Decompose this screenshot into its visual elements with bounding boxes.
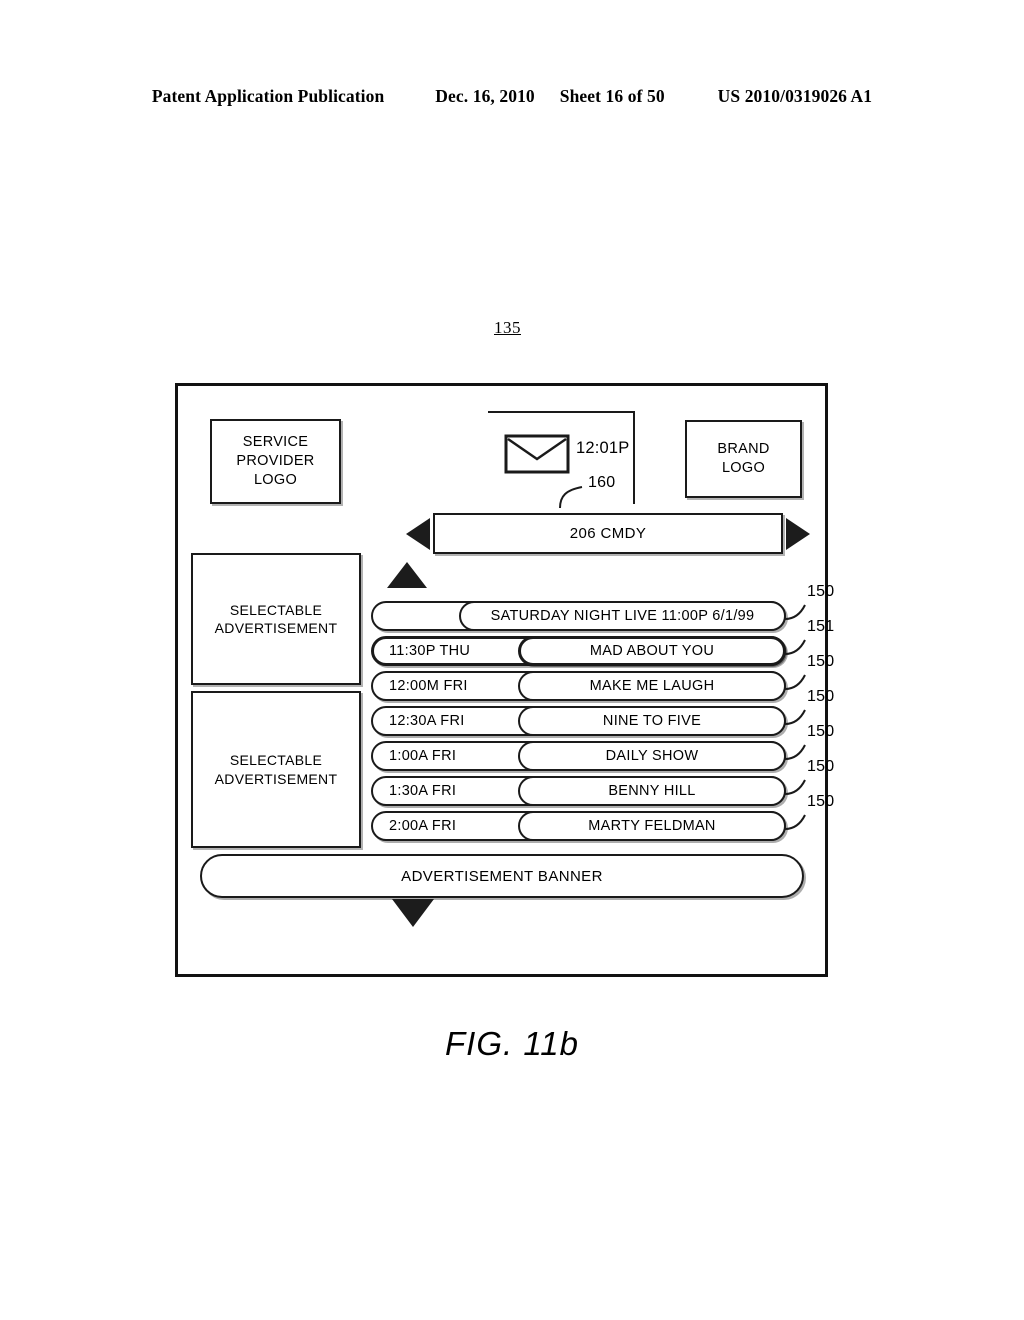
brand-logo-line2: LOGO	[721, 460, 766, 476]
program-title-pill[interactable]: BENNY HILL	[518, 776, 786, 806]
selectable-advertisement-1-line1: SELECTABLE	[229, 601, 323, 618]
program-time: 1:00A FRI	[389, 748, 457, 764]
program-time: 12:30A FRI	[389, 713, 465, 729]
envelope-icon[interactable]	[504, 434, 570, 474]
program-title-pill[interactable]: MAKE ME LAUGH	[518, 671, 786, 701]
program-time: 1:30A FRI	[389, 783, 457, 799]
triangle-up-icon[interactable]	[387, 562, 427, 588]
program-time: 2:00A FRI	[389, 818, 457, 834]
channel-label: 206 CMDY	[569, 525, 647, 542]
header-sheet: Sheet 16 of 50	[559, 86, 665, 106]
brand-logo-line1: BRAND	[717, 440, 770, 457]
triangle-right-icon[interactable]	[786, 518, 810, 550]
program-title-pill[interactable]: MARTY FELDMAN	[518, 811, 786, 841]
program-title: SATURDAY NIGHT LIVE 11:00P 6/1/99	[490, 608, 755, 624]
clock-time: 12:01P	[576, 439, 630, 457]
program-listing-row[interactable]: 11:30P THU MAD ABOUT YOU	[371, 636, 791, 666]
program-title: NINE TO FIVE	[602, 713, 702, 729]
header-date: Dec. 16, 2010	[435, 86, 535, 106]
program-title: BENNY HILL	[608, 783, 696, 799]
program-listings: SATURDAY NIGHT LIVE 11:00P 6/1/99 11:30P …	[371, 601, 791, 846]
patent-page-header: Patent Application Publication Dec. 16, …	[0, 86, 1024, 107]
selectable-advertisement-1[interactable]: SELECTABLE ADVERTISEMENT	[191, 553, 361, 685]
selectable-advertisement-1-line2: ADVERTISEMENT	[214, 620, 338, 636]
channel-selector-row: 206 CMDY	[406, 513, 810, 556]
callout-label: 150	[807, 793, 835, 810]
triangle-down-icon[interactable]	[392, 899, 434, 927]
brand-logo: BRAND LOGO	[685, 420, 802, 498]
figure-caption: FIG. 11b	[445, 1025, 579, 1062]
program-title-pill[interactable]: DAILY SHOW	[518, 741, 786, 771]
program-title: MAKE ME LAUGH	[589, 678, 715, 694]
channel-bar[interactable]: 206 CMDY	[433, 513, 783, 554]
callout-label: 150	[807, 758, 835, 775]
callout-160-label: 160	[588, 474, 616, 491]
advertisement-banner[interactable]: ADVERTISEMENT BANNER	[200, 854, 804, 898]
figure-reference-numeral: 135	[494, 318, 521, 337]
channel-callout-160: 160	[556, 474, 636, 510]
service-provider-logo-line1: SERVICE	[242, 433, 309, 450]
header-publication: Patent Application Publication	[151, 86, 385, 106]
selectable-advertisement-2[interactable]: SELECTABLE ADVERTISEMENT	[191, 691, 361, 848]
callout-leader	[784, 814, 806, 830]
callout-label: 150	[807, 583, 835, 600]
callout-leader	[784, 744, 806, 760]
program-listing-row[interactable]: SATURDAY NIGHT LIVE 11:00P 6/1/99	[371, 601, 791, 631]
selectable-advertisement-2-line2: ADVERTISEMENT	[214, 770, 338, 787]
program-title-pill[interactable]: NINE TO FIVE	[518, 706, 786, 736]
program-listing-row[interactable]: 12:00M FRI MAKE ME LAUGH	[371, 671, 791, 701]
program-title-pill[interactable]: MAD ABOUT YOU	[518, 636, 786, 666]
callout-label: 151	[807, 618, 835, 635]
program-time: 11:30P THU	[389, 643, 471, 659]
program-title: DAILY SHOW	[605, 748, 699, 764]
clock-group-top-rule	[488, 411, 635, 413]
program-listing-row[interactable]: 12:30A FRI NINE TO FIVE	[371, 706, 791, 736]
program-title: MAD ABOUT YOU	[589, 643, 715, 659]
service-provider-logo-line3: LOGO	[253, 472, 298, 489]
callout-leader	[784, 709, 806, 725]
service-provider-logo: SERVICE PROVIDER LOGO	[210, 419, 341, 504]
callout-leader	[784, 604, 806, 620]
callout-label: 150	[807, 688, 835, 705]
advertisement-banner-label: ADVERTISEMENT BANNER	[401, 867, 603, 885]
program-listing-row[interactable]: 2:00A FRI MARTY FELDMAN	[371, 811, 791, 841]
program-listing-row[interactable]: 1:30A FRI BENNY HILL	[371, 776, 791, 806]
selectable-advertisement-2-line1: SELECTABLE	[229, 752, 323, 769]
header-patent-number: US 2010/0319026 A1	[717, 86, 873, 106]
program-title-pill[interactable]: SATURDAY NIGHT LIVE 11:00P 6/1/99	[459, 601, 786, 631]
program-listing-row[interactable]: 1:00A FRI DAILY SHOW	[371, 741, 791, 771]
callout-label: 150	[807, 653, 835, 670]
callout-leader	[784, 674, 806, 690]
tv-screen-frame: SERVICE PROVIDER LOGO BRAND LOGO 12:01P …	[175, 383, 834, 977]
service-provider-logo-line2: PROVIDER	[236, 452, 315, 469]
program-time: 12:00M FRI	[389, 678, 468, 694]
callout-leader	[784, 639, 806, 655]
callout-leader	[784, 779, 806, 795]
triangle-left-icon[interactable]	[406, 518, 430, 550]
callout-label: 150	[807, 723, 835, 740]
program-title: MARTY FELDMAN	[588, 818, 716, 834]
